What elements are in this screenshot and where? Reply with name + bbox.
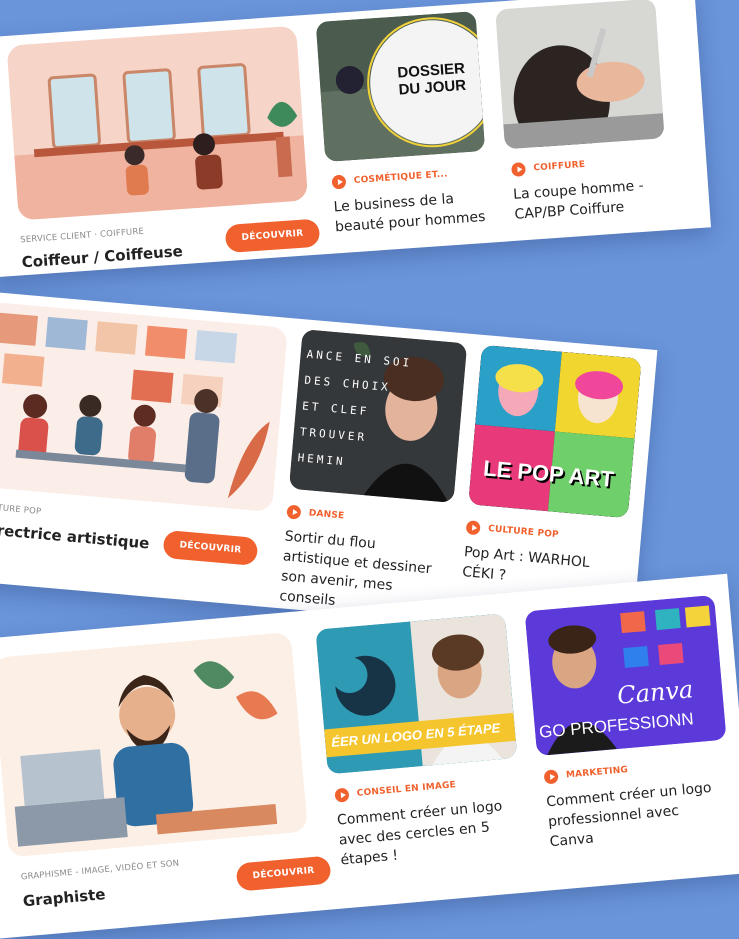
play-icon <box>331 174 347 190</box>
item-tag: COSMÉTIQUE ET... <box>331 167 448 190</box>
feature-breadcrumb: CULTURE POP <box>0 501 42 518</box>
thumb-canva[interactable]: Canva GO PROFESSIONN <box>524 594 727 757</box>
discover-button[interactable]: DÉCOUVRIR <box>162 529 259 566</box>
item-title[interactable]: Le business de la beauté pour hommes <box>333 186 495 237</box>
item-title[interactable]: Comment créer un logo professionnel avec… <box>545 778 720 853</box>
popart-thumbnail <box>468 344 642 519</box>
tag-label: CONSEIL EN IMAGE <box>356 780 457 799</box>
thumb-popart[interactable]: LE POP ART <box>468 344 642 519</box>
item-title[interactable]: Comment créer un logo avec des cercles e… <box>336 796 511 871</box>
item-tag: CULTURE POP <box>465 520 560 542</box>
feature-image-artists[interactable] <box>0 301 288 513</box>
tag-label: DANSE <box>308 508 345 522</box>
discover-button[interactable]: DÉCOUVRIR <box>235 855 332 892</box>
haircut-thumbnail <box>495 0 665 150</box>
artists-illustration <box>0 301 288 513</box>
tag-label: MARKETING <box>565 765 629 781</box>
item-title[interactable]: La coupe homme - CAP/BP Coiffure <box>513 174 665 224</box>
course-card-1: SERVICE CLIENT · COIFFURE Coiffeur / Coi… <box>0 0 711 278</box>
thumb-dossier[interactable]: DOSSIER DU JOUR <box>315 11 486 162</box>
thumb-flou[interactable]: ANCE EN SOI DES CHOIX ET CLEF TROUVER HE… <box>288 329 468 503</box>
thumb-coupe[interactable] <box>495 0 665 150</box>
play-icon <box>465 520 481 536</box>
salon-illustration <box>6 25 309 221</box>
item-tag: COIFFURE <box>511 158 586 177</box>
tag-label: COSMÉTIQUE ET... <box>353 169 448 186</box>
graphiste-illustration <box>0 632 308 858</box>
feature-title: Directrice artistique <box>0 519 151 553</box>
feature-image-salon[interactable] <box>6 25 309 221</box>
feature-breadcrumb: SERVICE CLIENT · COIFFURE <box>19 226 145 246</box>
play-icon <box>511 162 526 177</box>
logo-cercles-thumbnail <box>315 613 518 775</box>
play-icon <box>286 504 302 520</box>
item-tag: DANSE <box>286 504 345 523</box>
feature-title: Graphiste <box>22 885 107 911</box>
feature-title: Coiffeur / Coiffeuse <box>21 242 184 272</box>
course-card-2: CULTURE POP Directrice artistique DÉCOUV… <box>0 290 658 640</box>
play-icon <box>543 769 559 785</box>
dossier-overlay: DOSSIER DU JOUR <box>396 59 467 99</box>
discover-button[interactable]: DÉCOUVRIR <box>224 218 321 254</box>
tag-label: COIFFURE <box>533 159 586 174</box>
item-tag: MARKETING <box>543 763 629 785</box>
play-icon <box>334 787 350 803</box>
thumb-logo-cercles[interactable]: ÉER UN LOGO EN 5 ÉTAPE <box>315 613 518 775</box>
tag-label: CULTURE POP <box>487 524 560 541</box>
item-tag: CONSEIL EN IMAGE <box>334 778 456 803</box>
course-card-3: GRAPHISME - IMAGE, VIDÉO ET SON Graphist… <box>0 573 739 939</box>
feature-breadcrumb: GRAPHISME - IMAGE, VIDÉO ET SON <box>20 858 180 883</box>
feature-image-graphiste[interactable] <box>0 632 308 858</box>
